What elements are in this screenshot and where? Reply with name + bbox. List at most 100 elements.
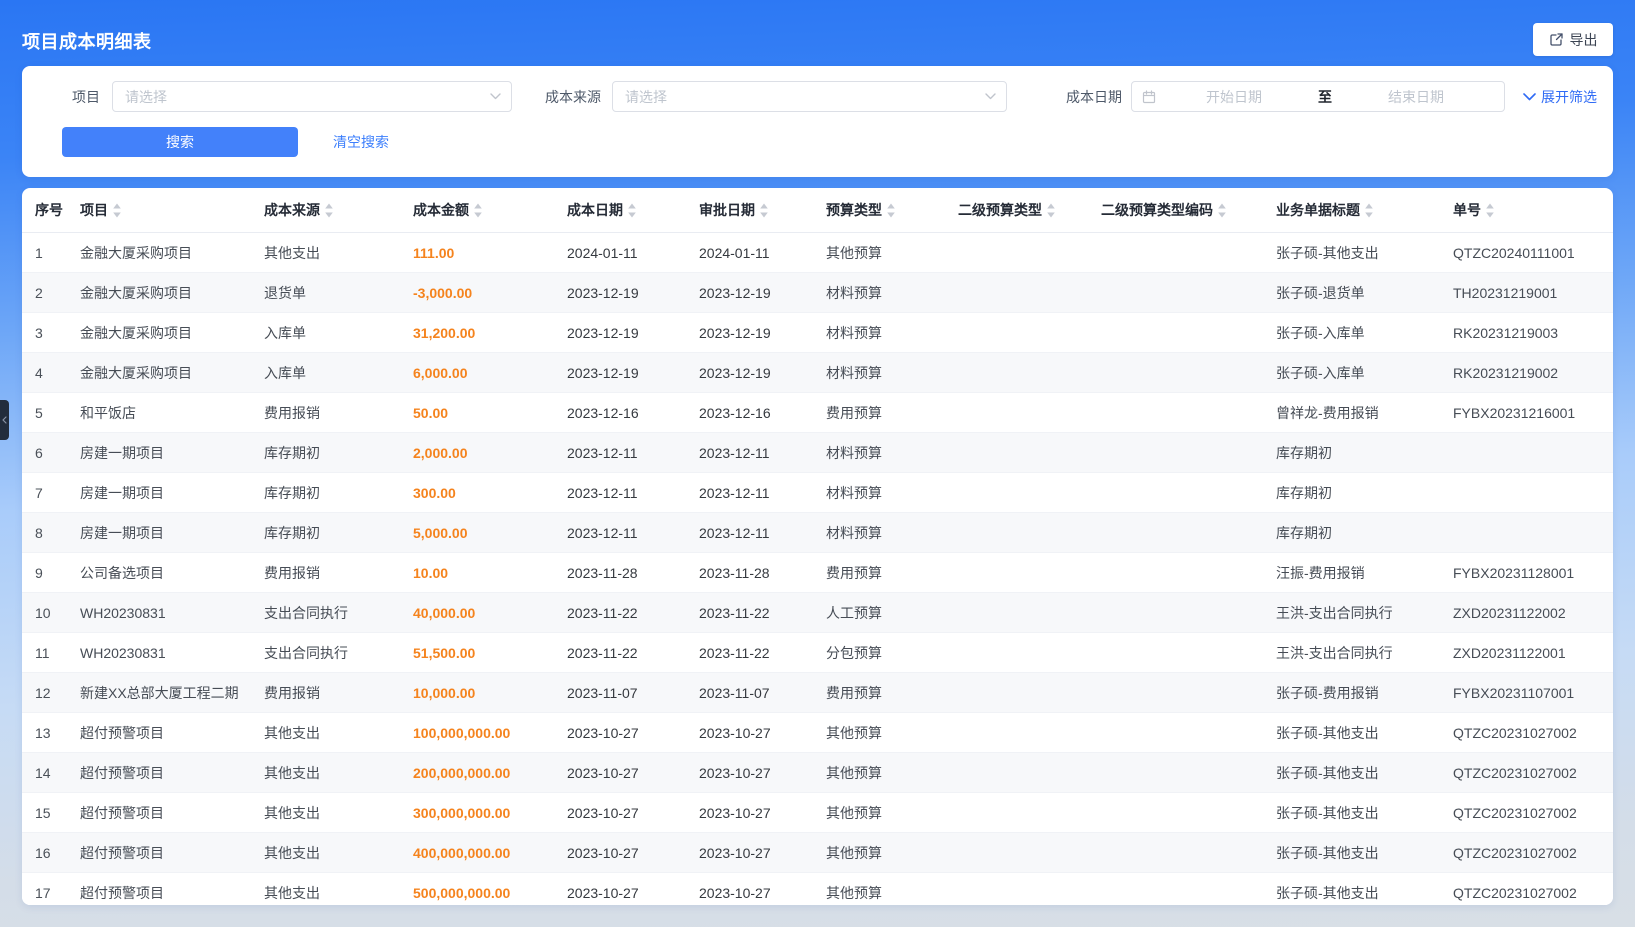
cell-doc_title: 王洪-支出合同执行	[1276, 643, 1453, 663]
sort-icon[interactable]	[1485, 203, 1495, 218]
column-header-sub_budget_type[interactable]: 二级预算类型	[958, 200, 1101, 220]
cell-doc_title: 张子硕-费用报销	[1276, 683, 1453, 703]
end-date-input[interactable]: 结束日期	[1338, 87, 1494, 107]
column-header-source[interactable]: 成本来源	[264, 200, 413, 220]
cell-approve_date: 2023-11-28	[699, 565, 826, 581]
cell-index: 12	[35, 685, 80, 701]
column-header-project[interactable]: 项目	[80, 200, 264, 220]
cell-amount: 51,500.00	[413, 645, 567, 661]
sort-icon[interactable]	[627, 203, 637, 218]
cell-budget_type: 其他预算	[826, 763, 958, 783]
start-date-input[interactable]: 开始日期	[1156, 87, 1312, 107]
cell-project: 金融大厦采购项目	[80, 363, 264, 383]
cell-project: 超付预警项目	[80, 763, 264, 783]
cost-source-filter-label: 成本来源	[543, 87, 601, 107]
cell-doc_no: ZXD20231122001	[1453, 645, 1613, 661]
cell-approve_date: 2023-10-27	[699, 805, 826, 821]
cell-cost_date: 2023-10-27	[567, 845, 699, 861]
project-select[interactable]: 请选择	[112, 81, 512, 112]
cell-doc_no: RK20231219003	[1453, 325, 1613, 341]
table-row: 15超付预警项目其他支出300,000,000.002023-10-272023…	[22, 793, 1613, 833]
table-row: 4金融大厦采购项目入库单6,000.002023-12-192023-12-19…	[22, 353, 1613, 393]
cell-index: 2	[35, 285, 80, 301]
column-header-approve_date[interactable]: 审批日期	[699, 200, 826, 220]
sort-icon[interactable]	[1217, 203, 1227, 218]
cell-source: 库存期初	[264, 443, 413, 463]
column-header-cost_date[interactable]: 成本日期	[567, 200, 699, 220]
column-header-amount[interactable]: 成本金额	[413, 200, 567, 220]
cell-index: 1	[35, 245, 80, 261]
cell-cost_date: 2023-12-16	[567, 405, 699, 421]
cell-source: 其他支出	[264, 803, 413, 823]
cell-index: 14	[35, 765, 80, 781]
cell-project: 超付预警项目	[80, 883, 264, 903]
column-header-doc_no[interactable]: 单号	[1453, 200, 1613, 220]
sort-icon[interactable]	[759, 203, 769, 218]
cell-budget_type: 人工预算	[826, 603, 958, 623]
cell-source: 退货单	[264, 283, 413, 303]
table-row: 7房建一期项目库存期初300.002023-12-112023-12-11材料预…	[22, 473, 1613, 513]
column-label: 单号	[1453, 200, 1481, 220]
cell-cost_date: 2023-11-07	[567, 685, 699, 701]
search-button[interactable]: 搜索	[62, 127, 298, 157]
date-range-separator: 至	[1312, 87, 1338, 107]
calendar-icon	[1142, 90, 1156, 104]
filter-panel: 项目 请选择 成本来源 请选择 成本日期 开始日期 至 结束日期	[22, 66, 1613, 177]
cell-index: 3	[35, 325, 80, 341]
sort-icon[interactable]	[1046, 203, 1056, 218]
cell-doc_title: 张子硕-其他支出	[1276, 763, 1453, 783]
table-body[interactable]: 1金融大厦采购项目其他支出111.002024-01-112024-01-11其…	[22, 233, 1613, 905]
cell-amount: 111.00	[413, 245, 567, 261]
filter-row: 项目 请选择 成本来源 请选择 成本日期 开始日期 至 结束日期	[22, 81, 1613, 112]
cell-index: 6	[35, 445, 80, 461]
cell-doc_title: 库存期初	[1276, 443, 1453, 463]
cost-date-range-picker[interactable]: 开始日期 至 结束日期	[1131, 81, 1505, 112]
column-label: 二级预算类型	[958, 200, 1042, 220]
chevron-left-icon	[2, 416, 7, 424]
cell-approve_date: 2023-12-19	[699, 325, 826, 341]
cell-doc_no: QTZC20240111001	[1453, 245, 1613, 261]
cell-amount: 5,000.00	[413, 525, 567, 541]
sort-icon[interactable]	[1364, 203, 1374, 218]
drawer-handle[interactable]	[0, 400, 9, 440]
cell-budget_type: 其他预算	[826, 843, 958, 863]
cell-project: 金融大厦采购项目	[80, 283, 264, 303]
cell-cost_date: 2023-11-28	[567, 565, 699, 581]
column-label: 成本金额	[413, 200, 469, 220]
cell-index: 8	[35, 525, 80, 541]
cell-project: WH20230831	[80, 645, 264, 661]
clear-search-link[interactable]: 清空搜索	[333, 132, 389, 152]
cell-project: 超付预警项目	[80, 843, 264, 863]
cell-source: 库存期初	[264, 483, 413, 503]
cell-amount: 400,000,000.00	[413, 845, 567, 861]
column-header-budget_type[interactable]: 预算类型	[826, 200, 958, 220]
expand-filters-link[interactable]: 展开筛选	[1523, 87, 1597, 107]
cell-index: 4	[35, 365, 80, 381]
cell-approve_date: 2023-12-19	[699, 365, 826, 381]
cell-amount: 2,000.00	[413, 445, 567, 461]
cell-cost_date: 2023-12-11	[567, 485, 699, 501]
sort-icon[interactable]	[324, 203, 334, 218]
column-label: 成本来源	[264, 200, 320, 220]
cost-date-filter-label: 成本日期	[1064, 87, 1122, 107]
cell-project: 房建一期项目	[80, 523, 264, 543]
chevron-down-icon	[1523, 93, 1536, 101]
cell-index: 7	[35, 485, 80, 501]
cell-doc_title: 库存期初	[1276, 483, 1453, 503]
cell-approve_date: 2023-12-11	[699, 525, 826, 541]
sort-icon[interactable]	[886, 203, 896, 218]
export-button[interactable]: 导出	[1533, 23, 1613, 56]
filter-actions-row: 搜索 清空搜索	[22, 127, 1613, 157]
table-row: 3金融大厦采购项目入库单31,200.002023-12-192023-12-1…	[22, 313, 1613, 353]
sort-icon[interactable]	[112, 203, 122, 218]
cell-doc_title: 张子硕-其他支出	[1276, 843, 1453, 863]
cost-source-select[interactable]: 请选择	[612, 81, 1007, 112]
cell-budget_type: 材料预算	[826, 523, 958, 543]
table-row: 9公司备选项目费用报销10.002023-11-282023-11-28费用预算…	[22, 553, 1613, 593]
column-header-sub_budget_code[interactable]: 二级预算类型编码	[1101, 200, 1276, 220]
cell-doc_no: QTZC20231027002	[1453, 725, 1613, 741]
column-header-doc_title[interactable]: 业务单据标题	[1276, 200, 1453, 220]
cell-cost_date: 2023-10-27	[567, 885, 699, 901]
sort-icon[interactable]	[473, 203, 483, 218]
cell-budget_type: 费用预算	[826, 683, 958, 703]
